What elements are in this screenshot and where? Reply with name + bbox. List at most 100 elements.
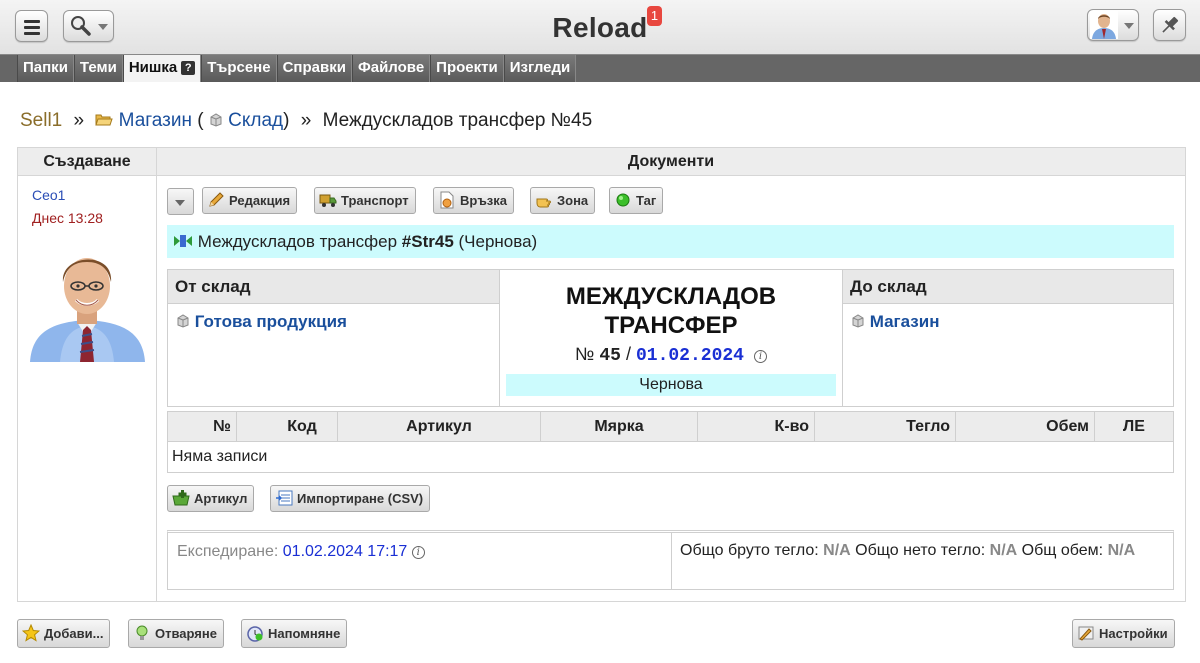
add-article-button[interactable]: Артикул	[167, 485, 255, 512]
pin-button[interactable]	[1153, 9, 1186, 41]
to-warehouse-link[interactable]: Магазин	[851, 312, 939, 332]
truck-icon	[319, 194, 337, 207]
add-article-label: Артикул	[194, 491, 248, 506]
breadcrumb-current: Междускладов трансфер №45	[322, 110, 593, 131]
col-number[interactable]: №	[168, 412, 237, 441]
breadcrumb-root[interactable]: Sell1	[20, 110, 62, 131]
open-button[interactable]: Отваряне	[128, 619, 224, 648]
lightbulb-icon	[136, 625, 148, 640]
tab-files[interactable]: Файлове	[351, 55, 431, 82]
top-bar: Reload 1	[0, 0, 1200, 54]
settings-label: Настройки	[1099, 626, 1168, 641]
col-code[interactable]: Код	[237, 412, 338, 441]
gross-weight-label: Общо бруто тегло:	[680, 542, 819, 559]
alarm-clock-icon	[247, 626, 263, 642]
banner-title: Междускладов трансфер	[197, 232, 398, 251]
from-warehouse-name: Готова продукция	[194, 312, 347, 331]
tab-views[interactable]: Изгледи	[503, 55, 577, 82]
volume-label: Общ обем:	[1021, 542, 1104, 559]
to-warehouse-label: До склад	[843, 270, 1173, 304]
user-menu-button[interactable]	[1087, 9, 1139, 41]
paren-open: (	[197, 110, 204, 131]
box-icon	[852, 314, 864, 328]
star-icon	[22, 624, 40, 642]
number-prefix: №	[574, 344, 595, 364]
document-status: Чернова	[506, 374, 836, 396]
author-avatar	[30, 240, 145, 362]
info-icon[interactable]: i	[411, 546, 425, 559]
breadcrumb-warehouse-link[interactable]: Склад	[228, 110, 283, 131]
creation-column: Създаване Ceo1 Днес 13:28	[18, 148, 157, 601]
tab-label: Справки	[282, 59, 346, 76]
pin-icon	[1162, 16, 1179, 33]
col-weight[interactable]: Тегло	[815, 412, 956, 441]
tab-label: Папки	[23, 59, 68, 76]
info-icon[interactable]: i	[754, 350, 768, 363]
tab-topics[interactable]: Теми	[73, 55, 123, 82]
paren-close: )	[283, 110, 290, 131]
col-quantity[interactable]: К-во	[698, 412, 815, 441]
banner-status: (Чернова)	[458, 232, 538, 251]
add-button[interactable]: Добави...	[17, 619, 111, 648]
tag-button[interactable]: Таг	[609, 187, 664, 214]
expand-dropdown-button[interactable]	[167, 188, 194, 215]
edit-button[interactable]: Редакция	[202, 187, 298, 214]
app-title: Reload	[552, 12, 648, 43]
empty-message: Няма записи	[172, 448, 268, 465]
items-table: № Код Артикул Мярка К-во Тегло Обем ЛЕ Н…	[167, 411, 1174, 473]
volume-value: N/A	[1107, 542, 1136, 559]
tab-reports[interactable]: Справки	[276, 55, 352, 82]
tab-folders[interactable]: Папки	[17, 55, 74, 82]
document-title-line1: МЕЖДУСКЛАДОВ	[565, 283, 777, 310]
zone-button[interactable]: Зона	[530, 187, 596, 214]
col-le[interactable]: ЛЕ	[1095, 412, 1173, 441]
tab-label: Проекти	[436, 59, 498, 76]
breadcrumb-separator: »	[300, 110, 312, 131]
document-title-line2: ТРАНСФЕР	[604, 312, 738, 339]
shipping-datetime: 01.02.2024 17:17	[282, 543, 408, 560]
created-time: Днес 13:28	[32, 210, 103, 226]
from-warehouse-link[interactable]: Готова продукция	[176, 312, 347, 332]
document-number: № 45 / 01.02.2024 i	[500, 344, 842, 366]
import-csv-button[interactable]: Импортиране (CSV)	[270, 485, 431, 512]
box-icon	[177, 314, 189, 328]
zone-label: Зона	[557, 193, 589, 208]
transport-button[interactable]: Транспорт	[314, 187, 416, 214]
user-avatar-icon	[1090, 11, 1118, 39]
notification-badge[interactable]: 1	[647, 6, 662, 26]
pencil-icon	[209, 192, 224, 207]
green-dot-icon	[616, 193, 630, 207]
tab-label: Изгледи	[509, 59, 571, 76]
breadcrumb-store-link[interactable]: Магазин	[119, 110, 192, 131]
import-csv-label: Импортиране (CSV)	[297, 491, 424, 506]
from-warehouse-label: От склад	[168, 270, 499, 304]
shipping-label: Експедиране:	[177, 543, 279, 560]
link-label: Връзка	[460, 193, 508, 208]
col-volume[interactable]: Обем	[956, 412, 1095, 441]
transfer-icon	[174, 235, 192, 247]
number-slash: /	[625, 344, 631, 364]
folder-open-icon	[95, 114, 114, 126]
chevron-down-icon	[1124, 23, 1134, 29]
creation-header: Създаване	[18, 148, 156, 176]
col-unit[interactable]: Мярка	[541, 412, 698, 441]
link-button[interactable]: Връзка	[433, 187, 515, 214]
help-icon[interactable]: ?	[181, 61, 196, 75]
net-weight-label: Общо нето тегло:	[855, 542, 986, 559]
from-warehouse-panel: От склад Готова продукция	[168, 270, 500, 406]
tab-label: Търсене	[207, 59, 271, 76]
col-article[interactable]: Артикул	[338, 412, 541, 441]
tab-label: Нишка	[128, 59, 178, 76]
breadcrumb-separator: »	[73, 110, 85, 131]
tab-search[interactable]: Търсене	[201, 55, 277, 82]
items-table-header: № Код Артикул Мярка К-во Тегло Обем ЛЕ	[168, 412, 1173, 442]
settings-button[interactable]: Настройки	[1072, 619, 1175, 648]
tab-projects[interactable]: Проекти	[430, 55, 504, 82]
shipping-info: Експедиране: 01.02.2024 17:17 i	[177, 543, 425, 561]
author-link[interactable]: Ceo1	[32, 187, 65, 203]
summary-panel: Експедиране: 01.02.2024 17:17 i Общо бру…	[167, 530, 1174, 590]
tab-thread[interactable]: Нишка?	[122, 55, 202, 82]
document-date: 01.02.2024	[635, 346, 744, 366]
document-header: От склад Готова продукция МЕЖДУСКЛАДОВ Т…	[167, 269, 1174, 407]
reminder-button[interactable]: Напомняне	[241, 619, 348, 648]
